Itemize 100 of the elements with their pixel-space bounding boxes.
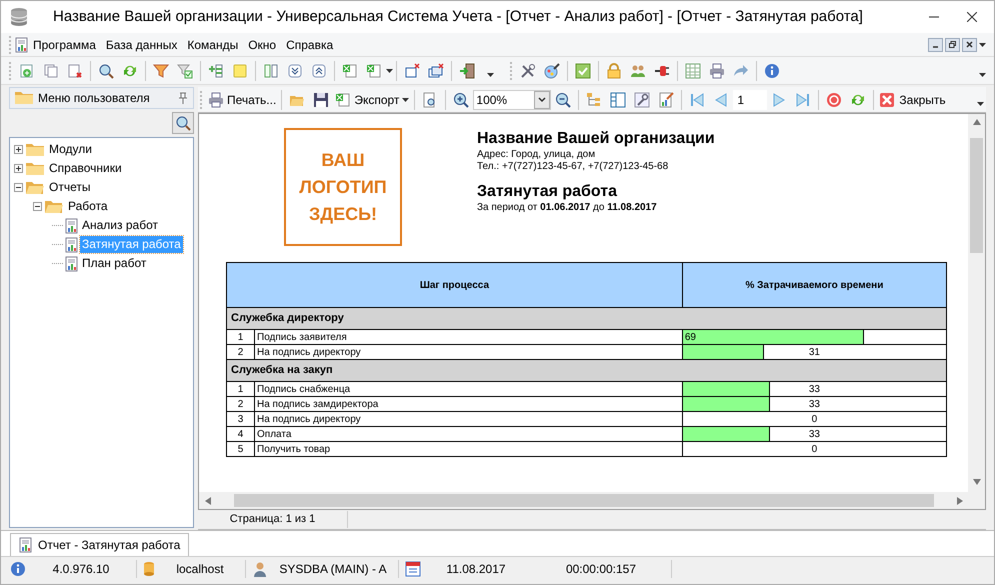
dropdown-caret[interactable] [402,98,410,102]
mdi-restore-button[interactable] [945,38,960,52]
next-page-icon[interactable] [771,92,788,108]
percent-value: 33 [808,382,820,396]
table-cell: Оплата [254,426,682,442]
collapse-all-icon[interactable] [311,62,327,78]
scroll-right-icon[interactable] [956,496,962,504]
date-text: 11.08.2017 [445,560,507,578]
user-text: SYSDBA (MAIN) - A [278,560,388,578]
toolbar-overflow-caret[interactable] [487,72,494,76]
tree-item[interactable]: Работа [66,198,110,215]
folder-icon [14,90,34,106]
info-icon[interactable] [764,62,780,78]
users-icon[interactable] [630,62,646,78]
export-button[interactable]: Экспорт [333,88,412,110]
info-icon[interactable] [10,560,26,576]
zoom-in-icon[interactable] [453,92,470,108]
menu-item[interactable]: Окно [243,36,282,54]
menu-item[interactable]: Команды [182,36,244,54]
first-page-icon[interactable] [689,92,706,108]
document-tab[interactable]: Отчет - Затянутая работа [10,533,190,556]
print-button[interactable]: Печать... [206,88,278,110]
scroll-thumb[interactable] [970,138,983,253]
close-report-button[interactable]: Закрыть [877,88,948,110]
zoom-out-icon[interactable] [555,92,572,108]
tree-item[interactable]: Отчеты [47,179,92,196]
scroll-thumb[interactable] [234,494,934,507]
printer-icon[interactable] [208,92,224,108]
spreadsheet-icon[interactable] [335,92,352,108]
plus-icon [16,147,21,152]
search-icon[interactable] [98,62,114,78]
copy-icon[interactable] [43,62,59,78]
exit-door-icon[interactable] [459,62,475,78]
window-close-icon[interactable] [404,62,420,78]
filter-icon[interactable] [153,62,169,78]
printer-icon[interactable] [709,62,725,78]
menu-overflow-caret[interactable] [979,42,986,46]
scroll-up-icon[interactable] [972,119,980,125]
menu-item[interactable]: Программа [28,36,101,54]
logo-text: ВАШ [321,149,365,171]
user-icon [252,560,268,576]
spreadsheet-icon[interactable] [342,62,358,78]
previous-page-icon[interactable] [713,92,730,108]
tree-item[interactable]: Анализ работ [80,217,160,234]
percent-value: 33 [808,398,820,410]
tree-item[interactable]: Справочники [47,160,124,177]
database-icon [143,560,155,576]
scroll-down-icon[interactable] [972,479,980,485]
wrench-icon[interactable] [634,92,650,108]
layout-icon[interactable] [610,92,626,108]
percent-value: 33 [808,428,820,440]
filter-check-icon[interactable] [177,62,193,78]
palette-icon[interactable] [544,62,560,78]
scroll-left-icon[interactable] [204,496,210,504]
delete-icon[interactable] [67,62,83,78]
dropdown-caret[interactable] [386,68,393,72]
report-icon [19,537,32,553]
check-icon[interactable] [575,62,591,78]
report-edit-icon[interactable] [658,92,674,108]
expand-toggle[interactable] [14,164,23,173]
table-icon[interactable] [685,62,701,78]
collapse-toggle[interactable] [14,183,23,192]
combo-caret[interactable] [534,90,550,108]
logo-text: ЗДЕСЬ! [308,203,378,225]
close-icon[interactable] [879,92,896,108]
mdi-minimize-button[interactable] [928,38,943,52]
open-folder-icon [25,180,45,196]
mdi-close-button[interactable] [962,38,977,52]
toolbar-overflow-caret[interactable] [977,102,984,106]
columns-icon[interactable] [263,62,279,78]
tree-item[interactable]: Модули [47,141,94,158]
tree-view-icon[interactable] [586,92,602,108]
table-cell: 1 [226,382,254,396]
pin-icon[interactable] [177,92,189,104]
page-field[interactable]: 1 [733,90,768,110]
version-text: 4.0.976.10 [52,560,110,578]
table-cell: Получить товар [254,442,682,456]
toolbar-overflow-caret[interactable] [979,72,986,76]
organization-name: Название Вашей организации [477,129,715,149]
collapse-toggle[interactable] [33,202,42,211]
expand-all-icon[interactable] [287,62,303,78]
expand-toggle[interactable] [14,145,23,154]
last-page-icon[interactable] [795,92,812,108]
tools-icon[interactable] [520,62,536,78]
table-cell: 2 [226,396,254,412]
tree-item[interactable]: План работ [80,255,148,272]
add-column-icon[interactable] [208,62,224,78]
stop-icon[interactable] [826,92,842,108]
save-icon[interactable] [313,92,330,108]
menu-item[interactable]: База данных [100,36,182,54]
forward-arrow-icon[interactable] [733,62,749,78]
zoom-combo[interactable]: 100% [473,90,552,110]
plus-icon [16,166,21,171]
windows-close-icon[interactable] [428,62,444,78]
menu-item[interactable]: Справка [281,36,338,54]
table-cell: Подпись снабженца [254,382,682,396]
lock-icon[interactable] [606,62,622,78]
server-text: localhost [175,560,225,578]
add-icon[interactable] [19,62,35,78]
table-cell: 4 [226,426,254,442]
